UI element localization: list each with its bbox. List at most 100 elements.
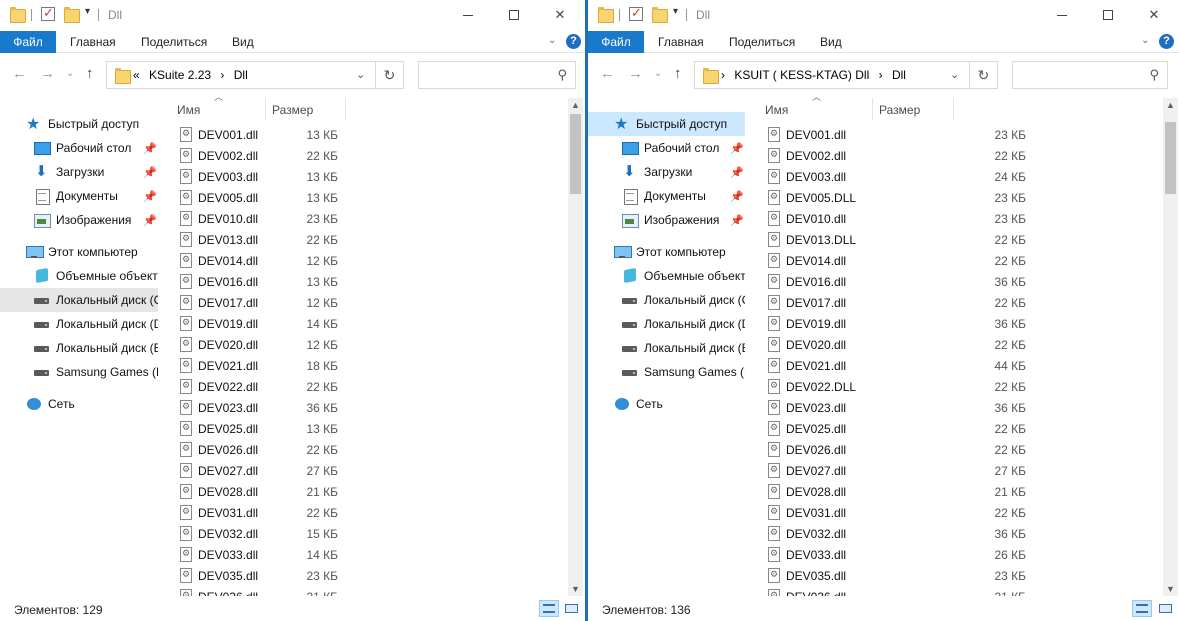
nav-documents[interactable]: Документы 📌 bbox=[0, 184, 158, 208]
file-row[interactable]: DEV025.dll 13 КБ bbox=[180, 418, 565, 439]
file-row[interactable]: DEV017.dll 12 КБ bbox=[180, 292, 565, 313]
pin-icon[interactable]: 📌 bbox=[143, 214, 157, 227]
file-row[interactable]: DEV020.dll 22 КБ bbox=[768, 334, 1158, 355]
file-row[interactable]: DEV028.dll 21 КБ bbox=[768, 481, 1158, 502]
new-folder-icon[interactable] bbox=[652, 7, 668, 23]
breadcrumb-dll[interactable]: Dll bbox=[892, 68, 906, 82]
file-row[interactable]: DEV002.dll 22 КБ bbox=[180, 145, 565, 166]
nav-disk-e[interactable]: Локальный диск (E bbox=[588, 336, 745, 360]
file-row[interactable]: DEV035.dll 23 КБ bbox=[768, 565, 1158, 586]
nav-quick-access[interactable]: Быстрый доступ bbox=[588, 112, 745, 136]
back-button[interactable]: ← bbox=[12, 65, 27, 82]
breadcrumb-separator[interactable]: › bbox=[220, 68, 224, 82]
nav-this-pc[interactable]: Этот компьютер bbox=[588, 240, 745, 264]
file-row[interactable]: DEV026.dll 22 КБ bbox=[180, 439, 565, 460]
tab-file[interactable]: Файл bbox=[588, 31, 644, 53]
maximize-button[interactable] bbox=[1085, 0, 1131, 30]
maximize-button[interactable] bbox=[491, 0, 537, 30]
nav-disk-e[interactable]: Локальный диск (E bbox=[0, 336, 158, 360]
pin-icon[interactable]: 📌 bbox=[143, 166, 157, 179]
file-row[interactable]: DEV019.dll 14 КБ bbox=[180, 313, 565, 334]
file-row[interactable]: DEV010.dll 23 КБ bbox=[768, 208, 1158, 229]
breadcrumb-separator[interactable]: › bbox=[721, 68, 725, 82]
close-button[interactable]: ✕ bbox=[537, 0, 583, 30]
nav-network[interactable]: Сеть bbox=[588, 392, 745, 416]
address-dropdown-icon[interactable]: ⌄ bbox=[356, 68, 365, 81]
file-row[interactable]: DEV020.dll 12 КБ bbox=[180, 334, 565, 355]
nav-this-pc[interactable]: Этот компьютер bbox=[0, 240, 158, 264]
vertical-scrollbar[interactable]: ▲ ▼ bbox=[568, 98, 583, 596]
file-row[interactable]: DEV003.dll 13 КБ bbox=[180, 166, 565, 187]
pin-icon[interactable]: 📌 bbox=[143, 142, 157, 155]
file-row[interactable]: DEV036.dll21 КБ bbox=[768, 586, 1158, 596]
file-row[interactable]: DEV027.dll 27 КБ bbox=[180, 460, 565, 481]
file-row[interactable]: DEV032.dll 36 КБ bbox=[768, 523, 1158, 544]
nav-disk-d[interactable]: Локальный диск (D bbox=[588, 312, 745, 336]
breadcrumb-ksuite[interactable]: KSuite 2.23 bbox=[149, 68, 211, 82]
nav-network[interactable]: Сеть bbox=[0, 392, 158, 416]
file-row[interactable]: DEV001.dll 23 КБ bbox=[768, 124, 1158, 145]
file-row[interactable]: DEV027.dll 27 КБ bbox=[768, 460, 1158, 481]
file-row[interactable]: DEV016.dll 36 КБ bbox=[768, 271, 1158, 292]
file-row[interactable]: DEV002.dll 22 КБ bbox=[768, 145, 1158, 166]
new-folder-icon[interactable] bbox=[64, 7, 80, 23]
breadcrumb-dll[interactable]: Dll bbox=[234, 68, 248, 82]
file-row[interactable]: DEV019.dll 36 КБ bbox=[768, 313, 1158, 334]
file-row[interactable]: DEV021.dll 44 КБ bbox=[768, 355, 1158, 376]
column-separator[interactable] bbox=[872, 98, 873, 120]
file-row[interactable]: DEV005.dll 13 КБ bbox=[180, 187, 565, 208]
pin-icon[interactable]: 📌 bbox=[730, 190, 744, 203]
scroll-up-icon[interactable]: ▲ bbox=[571, 100, 580, 110]
file-row[interactable]: DEV021.dll 18 КБ bbox=[180, 355, 565, 376]
minimize-button[interactable] bbox=[1039, 0, 1085, 30]
close-button[interactable]: ✕ bbox=[1131, 0, 1177, 30]
file-row[interactable]: DEV031.dll 22 КБ bbox=[768, 502, 1158, 523]
vertical-scrollbar[interactable]: ▲ ▼ bbox=[1163, 98, 1178, 596]
search-input[interactable]: ⚲ bbox=[418, 61, 576, 89]
quick-access-dropdown-icon[interactable]: ▾ bbox=[673, 6, 678, 17]
column-separator[interactable] bbox=[265, 98, 266, 120]
forward-button[interactable]: → bbox=[40, 65, 55, 82]
recent-locations-icon[interactable]: ⌄ bbox=[66, 68, 74, 79]
nav-pictures[interactable]: Изображения 📌 bbox=[0, 208, 158, 232]
file-row[interactable]: DEV001.dll 13 КБ bbox=[180, 124, 565, 145]
address-bar[interactable]: › KSUIT ( KESS-KTAG) Dll › Dll ⌄ bbox=[694, 61, 970, 89]
breadcrumb-ksuit[interactable]: KSUIT ( KESS-KTAG) Dll bbox=[734, 68, 869, 82]
address-dropdown-icon[interactable]: ⌄ bbox=[950, 68, 959, 81]
column-separator[interactable] bbox=[953, 98, 954, 120]
pin-icon[interactable]: 📌 bbox=[143, 190, 157, 203]
file-row[interactable]: DEV010.dll 23 КБ bbox=[180, 208, 565, 229]
large-icons-view-button[interactable] bbox=[1155, 600, 1175, 617]
nav-desktop[interactable]: Рабочий стол 📌 bbox=[0, 136, 158, 160]
large-icons-view-button[interactable] bbox=[561, 600, 581, 617]
scroll-up-icon[interactable]: ▲ bbox=[1166, 100, 1175, 110]
file-row[interactable]: DEV014.dll 22 КБ bbox=[768, 250, 1158, 271]
scroll-thumb[interactable] bbox=[570, 114, 581, 194]
file-row[interactable]: DEV005.DLL 23 КБ bbox=[768, 187, 1158, 208]
file-row[interactable]: DEV028.dll 21 КБ bbox=[180, 481, 565, 502]
expand-ribbon-icon[interactable]: ⌄ bbox=[548, 35, 556, 46]
nav-3d-objects[interactable]: Объемные объекты bbox=[588, 264, 745, 288]
scroll-down-icon[interactable]: ▼ bbox=[571, 584, 580, 594]
nav-documents[interactable]: Документы 📌 bbox=[588, 184, 745, 208]
expand-ribbon-icon[interactable]: ⌄ bbox=[1141, 35, 1149, 46]
file-row[interactable]: DEV017.dll 22 КБ bbox=[768, 292, 1158, 313]
tab-share[interactable]: Поделиться bbox=[141, 31, 207, 53]
breadcrumb-separator[interactable]: › bbox=[879, 68, 883, 82]
nav-disk-f[interactable]: Samsung Games (F: bbox=[588, 360, 745, 384]
tab-view[interactable]: Вид bbox=[820, 31, 842, 53]
file-row[interactable]: DEV003.dll 24 КБ bbox=[768, 166, 1158, 187]
address-bar[interactable]: « KSuite 2.23 › Dll ⌄ bbox=[106, 61, 376, 89]
file-row[interactable]: DEV033.dll 26 КБ bbox=[768, 544, 1158, 565]
scroll-thumb[interactable] bbox=[1165, 122, 1176, 194]
file-row[interactable]: DEV032.dll 15 КБ bbox=[180, 523, 565, 544]
scroll-down-icon[interactable]: ▼ bbox=[1166, 584, 1175, 594]
file-row[interactable]: DEV036.dll21 КБ bbox=[180, 586, 565, 596]
back-button[interactable]: ← bbox=[600, 65, 615, 82]
details-view-button[interactable] bbox=[539, 600, 559, 617]
properties-icon[interactable] bbox=[629, 5, 643, 21]
file-row[interactable]: DEV023.dll 36 КБ bbox=[768, 397, 1158, 418]
pin-icon[interactable]: 📌 bbox=[730, 214, 744, 227]
file-row[interactable]: DEV025.dll 22 КБ bbox=[768, 418, 1158, 439]
up-button[interactable]: ↑ bbox=[86, 65, 94, 82]
